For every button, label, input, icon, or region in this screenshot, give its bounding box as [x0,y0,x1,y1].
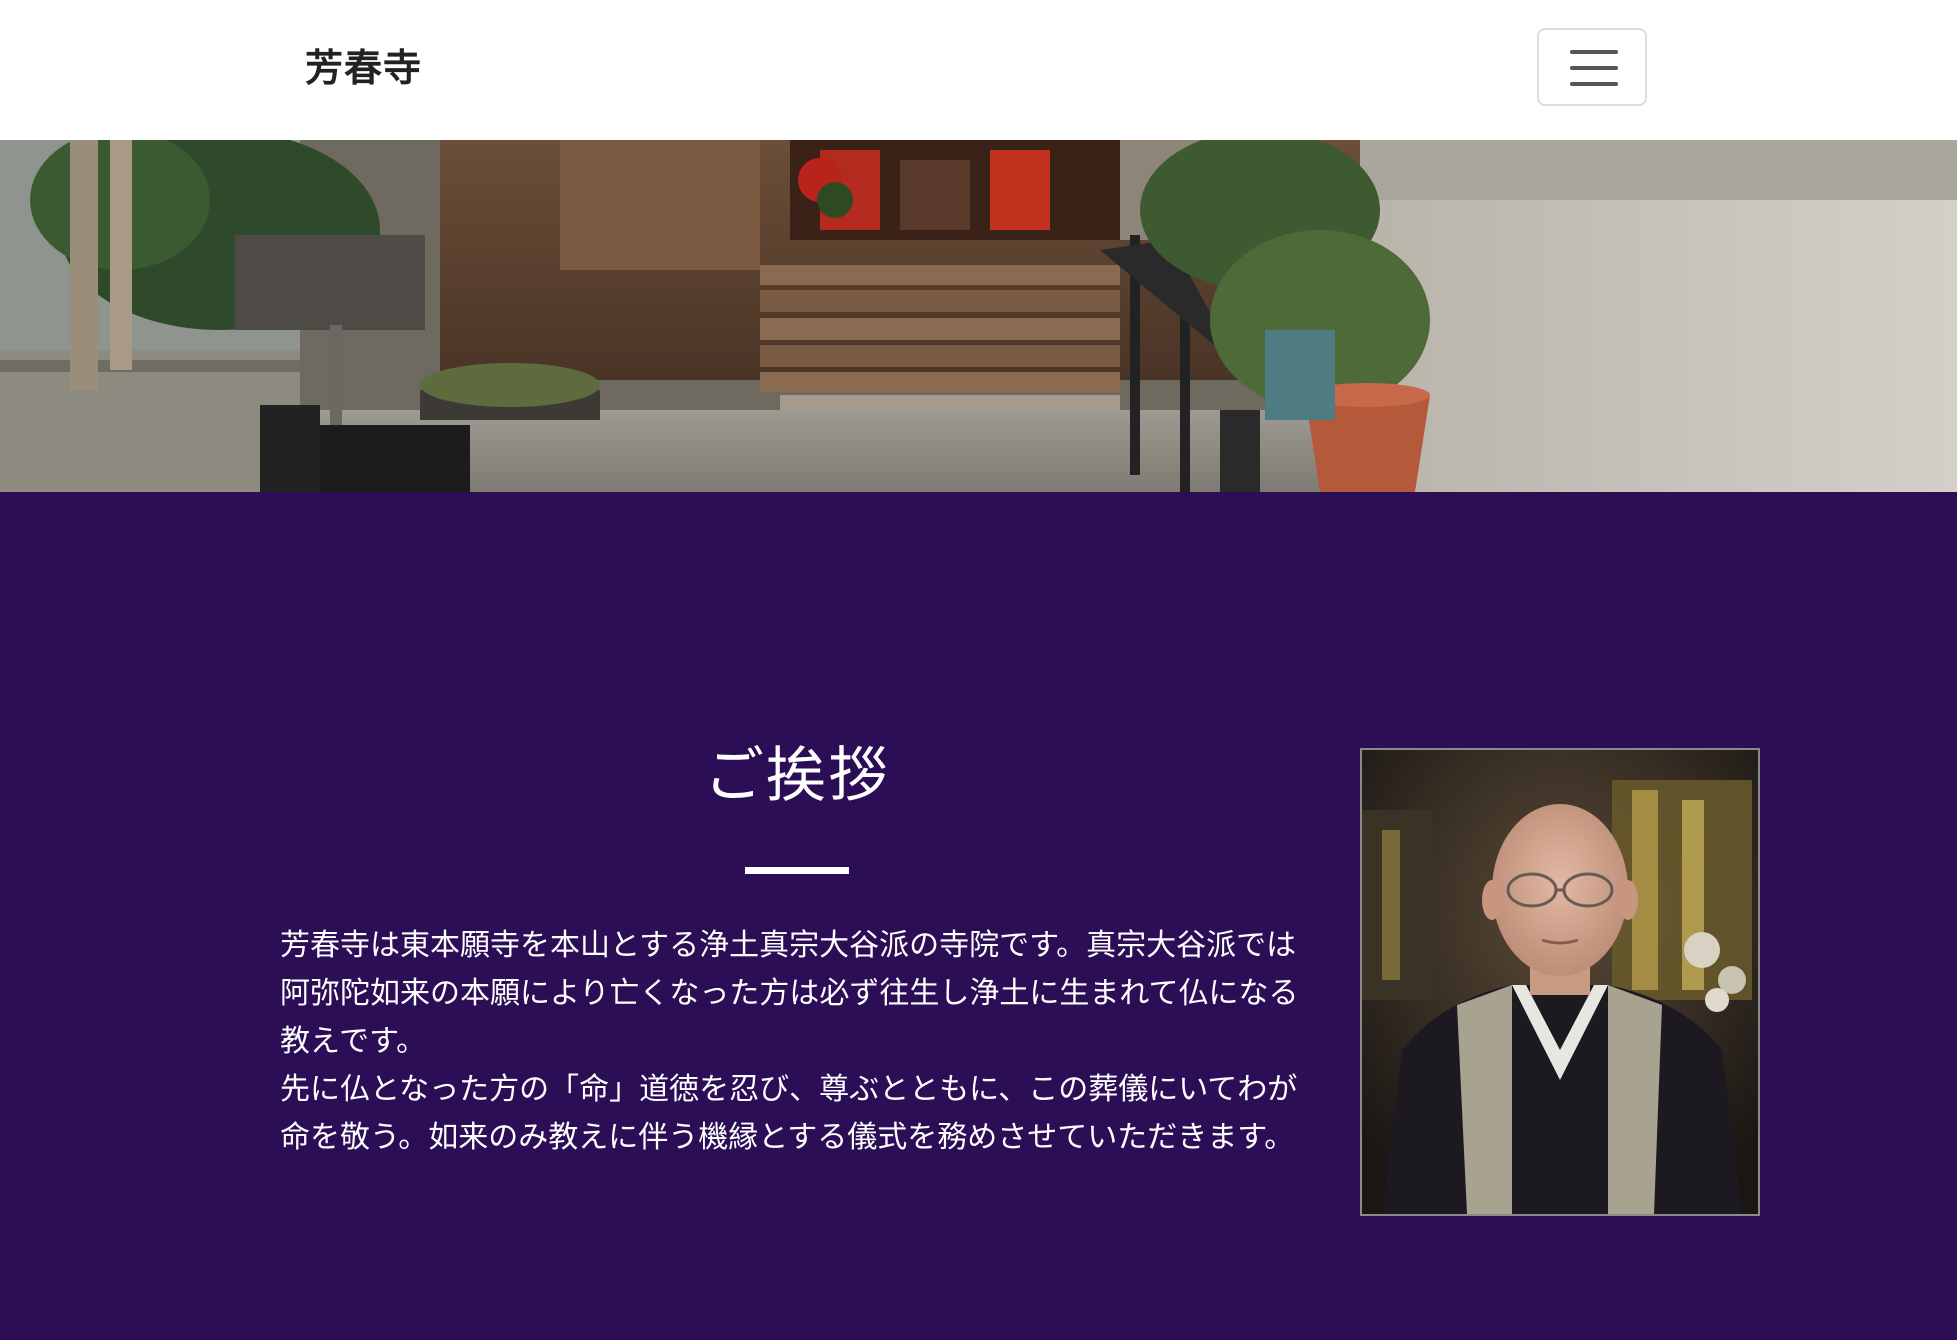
temple-entrance-photo [0,140,1957,492]
menu-toggle-button[interactable] [1537,28,1647,106]
greeting-section: ご挨拶 芳春寺は東本願寺を本山とする浄土真宗大谷派の寺院です。真宗大谷派では阿弥… [0,492,1957,1340]
hero-image [0,140,1957,492]
hamburger-icon-bar [1570,66,1618,70]
greeting-text: 芳春寺は東本願寺を本山とする浄土真宗大谷派の寺院です。真宗大谷派では阿弥陀如来の… [280,922,1314,1162]
priest-photo [1362,750,1758,1214]
greeting-paragraph-1: 芳春寺は東本願寺を本山とする浄土真宗大谷派の寺院です。真宗大谷派では阿弥陀如来の… [280,928,1299,1059]
hamburger-icon-bar [1570,82,1618,86]
navbar: 芳春寺 [0,0,1957,140]
site-brand[interactable]: 芳春寺 [305,38,422,98]
greeting-paragraph-2: 先に仏となった方の「命」道徳を忍び、尊ぶとともに、この葬儀にいてわが命を敬う。如… [280,1072,1298,1155]
priest-portrait [1360,748,1760,1216]
greeting-title: ご挨拶 [704,741,890,811]
title-divider [745,867,849,874]
hamburger-icon [1570,50,1618,54]
